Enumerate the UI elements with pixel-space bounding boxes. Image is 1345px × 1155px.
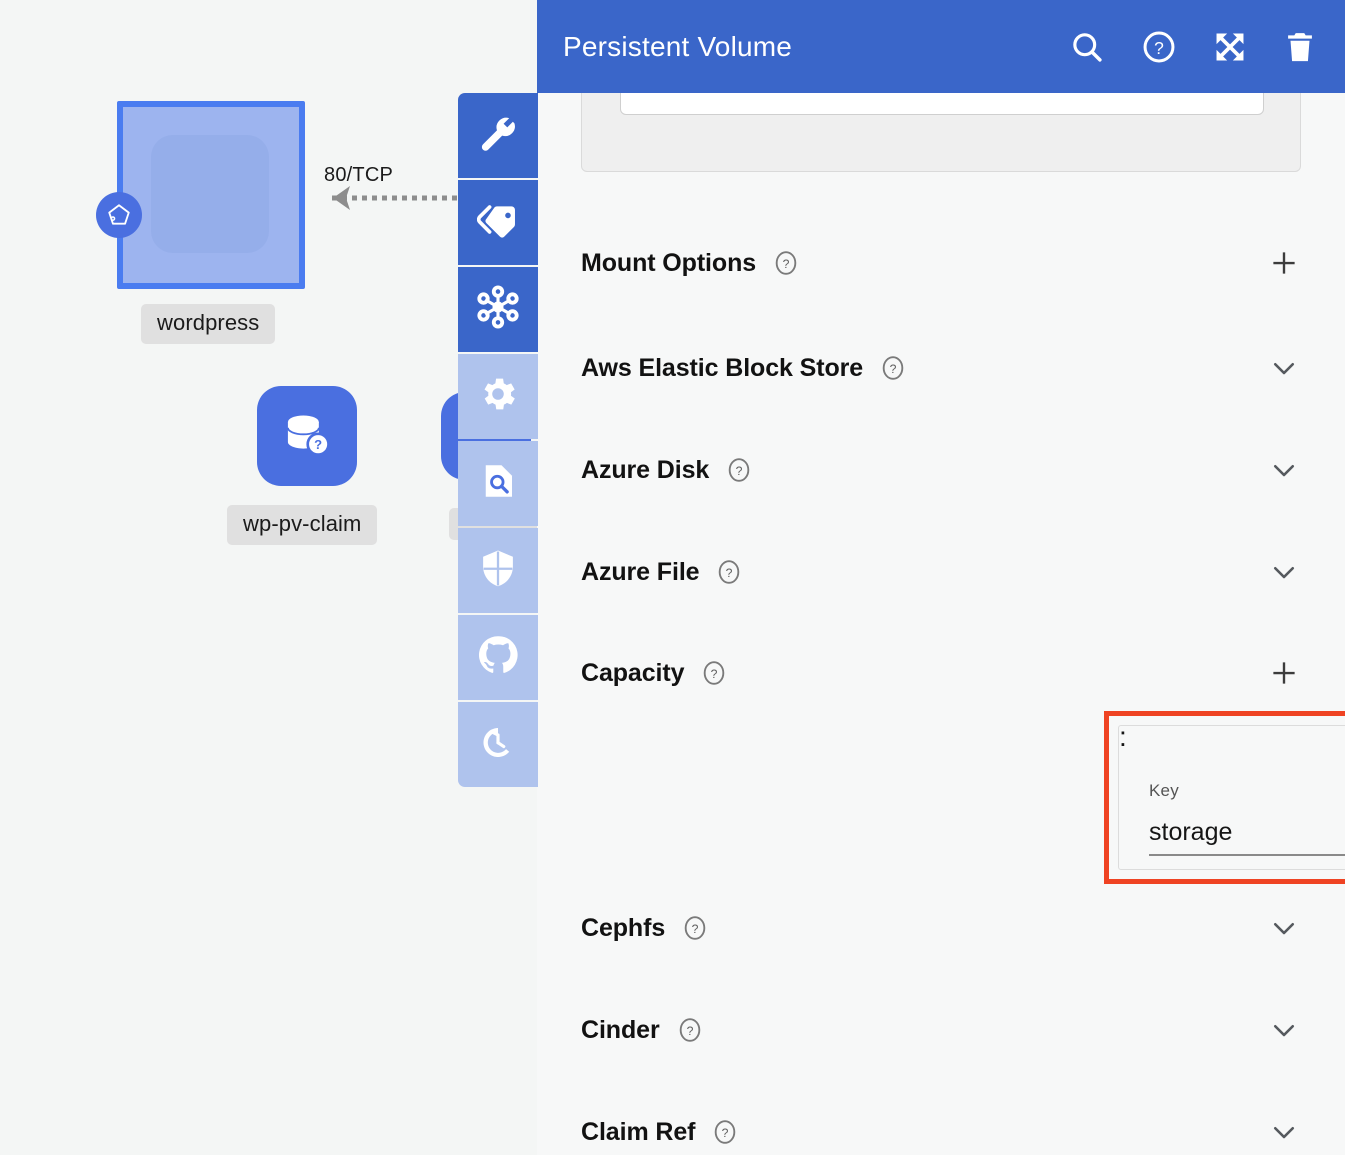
help-icon[interactable]: ? xyxy=(879,354,907,382)
svg-text:?: ? xyxy=(736,464,743,478)
add-capacity-button[interactable] xyxy=(1267,656,1301,690)
section-claim-ref[interactable]: Claim Ref ? xyxy=(581,1108,1301,1155)
shield-icon xyxy=(477,547,519,594)
network-hub-icon xyxy=(476,285,520,334)
section-capacity[interactable]: Capacity ? xyxy=(581,649,1301,697)
tool-btn-history[interactable] xyxy=(458,702,538,787)
history-icon xyxy=(477,721,519,768)
help-icon[interactable]: ? xyxy=(1141,29,1177,65)
section-title: Cinder xyxy=(581,1016,660,1045)
tool-btn-inspect[interactable] xyxy=(458,441,538,526)
node-wp-pv-claim[interactable]: ? xyxy=(257,386,357,486)
page-title: Persistent Volume xyxy=(563,31,1069,63)
section-mount-options[interactable]: Mount Options ? xyxy=(581,239,1301,287)
tool-btn-network[interactable] xyxy=(458,267,538,352)
pentagon-badge-icon[interactable] xyxy=(96,192,142,238)
tool-btn-wrench[interactable] xyxy=(458,93,538,178)
section-azure-file[interactable]: Azure File ? xyxy=(581,548,1301,596)
github-icon xyxy=(477,634,519,681)
help-icon[interactable]: ? xyxy=(681,914,709,942)
svg-text:?: ? xyxy=(314,437,322,452)
key-value-separator: : xyxy=(1119,726,1345,748)
expand-aws-elastic-block-store-button[interactable] xyxy=(1267,351,1301,385)
gear-icon xyxy=(477,373,519,420)
tool-btn-settings[interactable] xyxy=(458,354,538,439)
tool-btn-security[interactable] xyxy=(458,528,538,613)
panel-header-actions: ? xyxy=(1069,29,1317,65)
section-title: Azure Disk xyxy=(581,456,709,485)
help-icon[interactable]: ? xyxy=(725,456,753,484)
help-icon[interactable]: ? xyxy=(700,659,728,687)
svg-text:?: ? xyxy=(722,1126,729,1140)
capacity-key-label: Key xyxy=(1149,781,1345,801)
svg-text:?: ? xyxy=(783,257,790,271)
section-azure-disk[interactable]: Azure Disk ? xyxy=(581,446,1301,494)
section-cephfs[interactable]: Cephfs ? xyxy=(581,904,1301,952)
panel-scroll-body[interactable]: ReadWriteOnce Mount Options ? Aws Elasti… xyxy=(537,0,1345,1155)
node-wordpress-inner-shape xyxy=(151,135,269,253)
pentagon-icon xyxy=(106,202,132,228)
graph-vertical-toolbar[interactable] xyxy=(458,93,538,787)
svg-text:?: ? xyxy=(686,1024,693,1038)
edge-connector xyxy=(300,178,460,218)
section-title: Mount Options xyxy=(581,249,756,278)
tag-icon xyxy=(477,199,519,246)
section-title: Aws Elastic Block Store xyxy=(581,354,863,383)
add-mount-option-button[interactable] xyxy=(1267,246,1301,280)
expand-azure-disk-button[interactable] xyxy=(1267,453,1301,487)
section-title: Capacity xyxy=(581,659,684,688)
capacity-entry-highlight: Key storage : Value 20Gi xyxy=(1104,711,1345,884)
section-title: Claim Ref xyxy=(581,1118,695,1147)
help-icon[interactable]: ? xyxy=(715,558,743,586)
document-search-icon xyxy=(477,460,519,507)
section-title: Cephfs xyxy=(581,914,665,943)
panel-header: Persistent Volume ? xyxy=(537,0,1345,93)
node-label-wp-pv-claim[interactable]: wp-pv-claim xyxy=(227,505,377,545)
capacity-key-value-row: Key storage : Value 20Gi xyxy=(1118,725,1345,870)
help-icon[interactable]: ? xyxy=(772,249,800,277)
persistent-volume-panel: ReadWriteOnce Mount Options ? Aws Elasti… xyxy=(537,0,1345,1155)
expand-cephfs-button[interactable] xyxy=(1267,911,1301,945)
help-icon[interactable]: ? xyxy=(711,1118,739,1146)
node-label-wordpress[interactable]: wordpress xyxy=(141,304,275,344)
section-title: Azure File xyxy=(581,558,699,587)
svg-text:?: ? xyxy=(711,667,718,681)
svg-text:?: ? xyxy=(726,566,733,580)
tool-btn-github[interactable] xyxy=(458,615,538,700)
section-cinder[interactable]: Cinder ? xyxy=(581,1006,1301,1054)
svg-text:?: ? xyxy=(1154,37,1164,57)
section-aws-elastic-block-store[interactable]: Aws Elastic Block Store ? xyxy=(581,344,1301,392)
tool-btn-tag[interactable] xyxy=(458,180,538,265)
node-wordpress[interactable] xyxy=(117,101,305,289)
help-icon[interactable]: ? xyxy=(676,1016,704,1044)
expand-claim-ref-button[interactable] xyxy=(1267,1115,1301,1149)
app-root: wordpress ? wp-pv-claim 80/TCP xyxy=(0,0,1345,1155)
fullscreen-icon[interactable] xyxy=(1213,30,1247,64)
capacity-key-input[interactable]: storage xyxy=(1149,818,1345,856)
delete-icon[interactable] xyxy=(1283,30,1317,64)
wrench-icon xyxy=(477,112,519,159)
database-question-icon: ? xyxy=(278,407,336,465)
search-icon[interactable] xyxy=(1069,29,1105,65)
expand-cinder-button[interactable] xyxy=(1267,1013,1301,1047)
svg-text:?: ? xyxy=(890,362,897,376)
svg-text:?: ? xyxy=(692,922,699,936)
expand-azure-file-button[interactable] xyxy=(1267,555,1301,589)
capacity-key-field[interactable]: Key storage xyxy=(1149,781,1345,856)
